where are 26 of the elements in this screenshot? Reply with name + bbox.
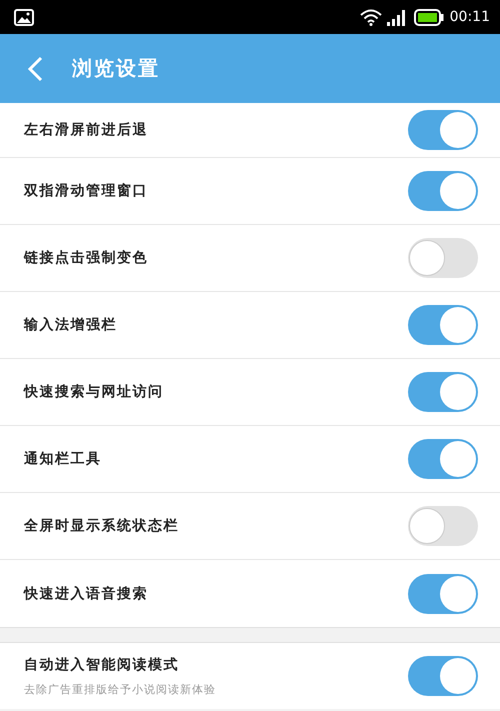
toggle-switch[interactable] <box>408 574 478 614</box>
setting-label: 全屏时显示系统状态栏 <box>24 517 180 535</box>
setting-label: 快速搜索与网址访问 <box>24 383 164 401</box>
toggle-switch[interactable] <box>408 305 478 345</box>
toggle-switch[interactable] <box>408 439 478 479</box>
page-title: 浏览设置 <box>72 55 160 82</box>
status-time: 00:11 <box>450 9 490 25</box>
setting-label: 自动进入智能阅读模式 <box>24 656 180 674</box>
setting-label: 快速进入语音搜索 <box>24 584 149 602</box>
setting-description: 去除广告重排版给予小说阅读新体验 <box>24 682 217 696</box>
wifi-icon <box>360 8 382 26</box>
battery-icon <box>414 8 444 26</box>
back-button[interactable] <box>26 56 44 82</box>
toggle-switch[interactable] <box>408 171 478 211</box>
picture-icon <box>14 8 34 26</box>
setting-label: 输入法增强栏 <box>24 316 118 334</box>
toggle-switch[interactable] <box>408 506 478 546</box>
signal-icon <box>386 8 408 26</box>
setting-label: 双指滑动管理窗口 <box>24 182 149 200</box>
toggle-switch[interactable] <box>408 110 478 150</box>
setting-label: 链接点击强制变色 <box>24 249 149 267</box>
toggle-switch[interactable] <box>408 238 478 278</box>
toggle-switch[interactable] <box>408 656 478 696</box>
setting-label: 通知栏工具 <box>24 450 102 468</box>
setting-label: 左右滑屏前进后退 <box>24 121 149 139</box>
toggle-switch[interactable] <box>408 372 478 412</box>
